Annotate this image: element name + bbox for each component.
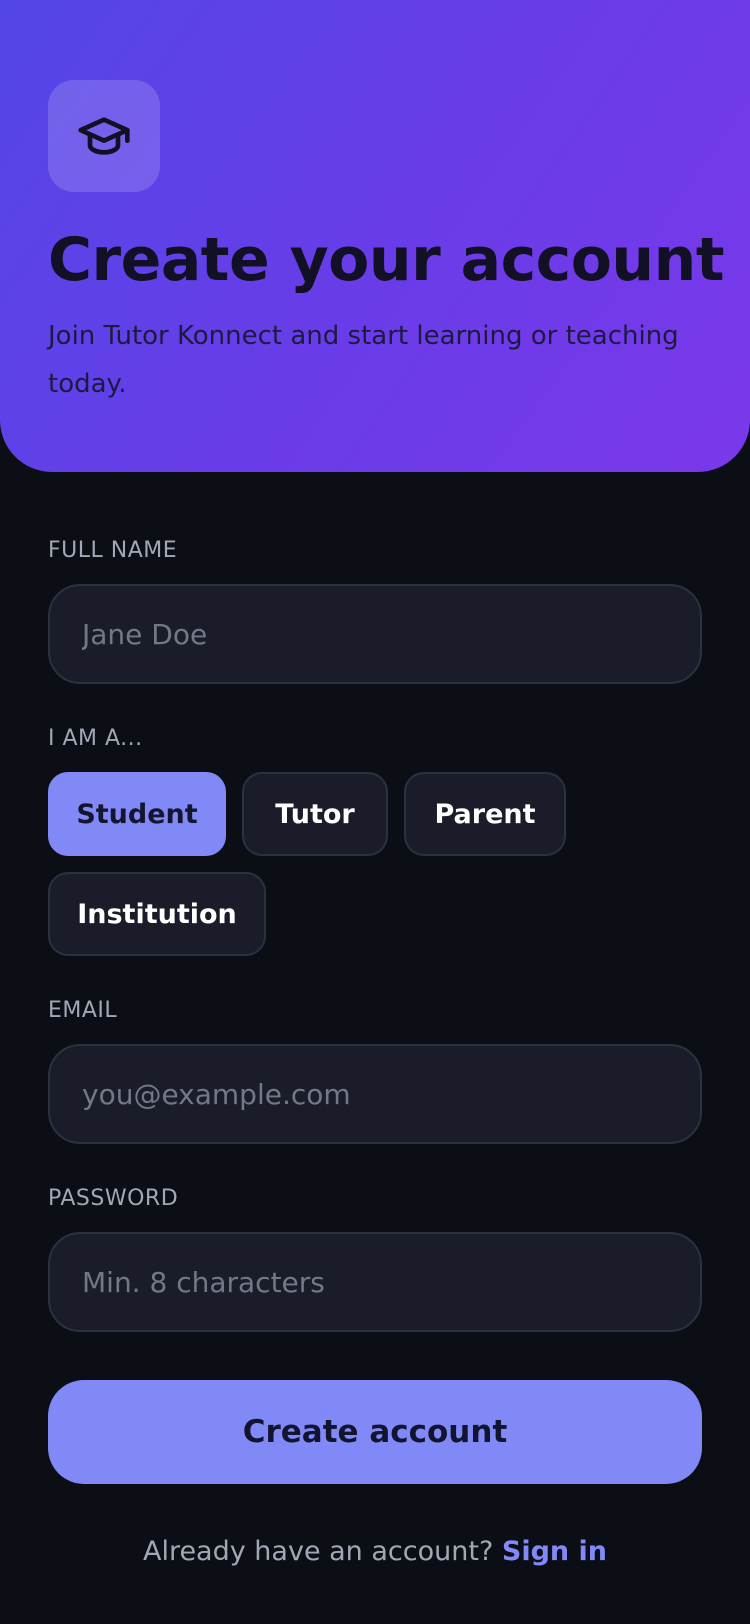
header-banner: Create your account Join Tutor Konnect a… bbox=[0, 0, 750, 472]
role-label: I AM A... bbox=[48, 726, 143, 751]
signin-prompt: Already have an account? Sign in bbox=[0, 1530, 750, 1574]
page-title: Create your account bbox=[48, 225, 725, 295]
sign-in-link[interactable]: Sign in bbox=[502, 1536, 607, 1567]
full-name-input[interactable] bbox=[50, 586, 700, 682]
full-name-label: FULL NAME bbox=[48, 538, 178, 563]
email-field-box bbox=[48, 1044, 702, 1144]
role-chip-student[interactable]: Student bbox=[48, 772, 226, 856]
role-chip-parent[interactable]: Parent bbox=[404, 772, 566, 856]
email-label: EMAIL bbox=[48, 998, 118, 1023]
role-chip-institution[interactable]: Institution bbox=[48, 872, 266, 956]
graduation-cap-icon bbox=[78, 117, 130, 155]
page-subtitle: Join Tutor Konnect and start learning or… bbox=[48, 321, 679, 399]
password-input[interactable] bbox=[50, 1234, 700, 1330]
password-field-box bbox=[48, 1232, 702, 1332]
signup-screen: Create your account Join Tutor Konnect a… bbox=[0, 0, 750, 1624]
signin-prompt-text: Already have an account? bbox=[142, 1536, 494, 1567]
full-name-field-box bbox=[48, 584, 702, 684]
role-chip-tutor[interactable]: Tutor bbox=[242, 772, 388, 856]
create-account-button[interactable]: Create account bbox=[48, 1380, 702, 1484]
email-input[interactable] bbox=[50, 1046, 700, 1142]
password-label: PASSWORD bbox=[48, 1186, 179, 1211]
app-logo bbox=[48, 80, 160, 192]
